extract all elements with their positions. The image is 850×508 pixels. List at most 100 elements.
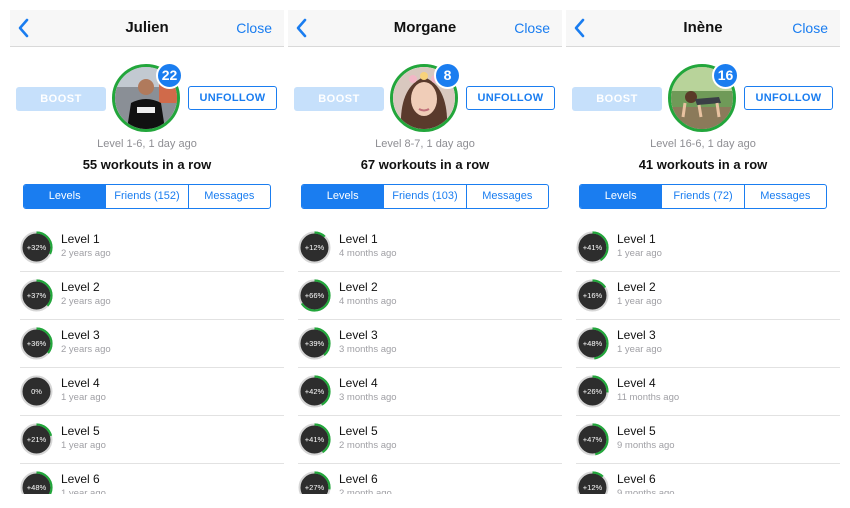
progress-percent: +37% (26, 291, 47, 300)
progress-percent: +26% (582, 387, 603, 396)
level-row[interactable]: +41% Level 5 2 months ago (298, 416, 562, 464)
level-label: Level 3 (617, 328, 656, 342)
level-row[interactable]: +39% Level 3 3 months ago (298, 320, 562, 368)
workout-count-badge: 16 (712, 62, 739, 89)
tab-levels[interactable]: Levels (302, 185, 385, 208)
progress-percent: +48% (26, 483, 47, 492)
close-button[interactable]: Close (514, 20, 550, 36)
level-row[interactable]: +37% Level 2 2 years ago (20, 272, 284, 320)
progress-percent: +32% (26, 243, 47, 252)
streak-text: 55 workouts in a row (82, 157, 212, 172)
level-row[interactable]: +12% Level 1 4 months ago (298, 224, 562, 272)
level-row[interactable]: +32% Level 1 2 years ago (20, 224, 284, 272)
segmented-tabs: Levels Friends (103) Messages (301, 184, 549, 209)
segmented-tabs: Levels Friends (72) Messages (579, 184, 827, 209)
tab-messages[interactable]: Messages (189, 185, 270, 208)
level-timestamp: 9 months ago (617, 440, 675, 451)
profile-header: BOOST 8 UNFOLLOW (288, 47, 562, 135)
boost-button[interactable]: BOOST (294, 87, 384, 111)
progress-percent: +12% (304, 243, 325, 252)
level-row[interactable]: +27% Level 6 2 month ago (298, 464, 562, 494)
progress-percent: +41% (304, 435, 325, 444)
level-row[interactable]: +48% Level 6 1 year ago (20, 464, 284, 494)
progress-percent: +36% (26, 339, 47, 348)
level-row[interactable]: +66% Level 2 4 months ago (298, 272, 562, 320)
level-timestamp: 1 year ago (617, 248, 662, 259)
level-label: Level 4 (61, 376, 100, 390)
streak-text: 67 workouts in a row (360, 157, 490, 172)
workout-count-badge: 22 (156, 62, 183, 89)
level-timestamp: 4 months ago (339, 296, 397, 307)
level-timestamp: 2 month ago (339, 488, 392, 494)
level-row[interactable]: +16% Level 2 1 year ago (576, 272, 840, 320)
unfollow-button[interactable]: UNFOLLOW (744, 86, 833, 110)
tab-messages[interactable]: Messages (467, 185, 548, 208)
level-timestamp: 1 year ago (617, 344, 662, 355)
close-button[interactable]: Close (792, 20, 828, 36)
profile-header: BOOST 16 UNFOLLOW (566, 47, 840, 135)
tab-levels[interactable]: Levels (580, 185, 663, 208)
level-label: Level 3 (61, 328, 100, 342)
level-label: Level 5 (339, 424, 378, 438)
nav-bar: Morgane Close (288, 10, 562, 47)
level-meta: Level 1-6, 1 day ago (97, 138, 197, 150)
level-row[interactable]: +48% Level 3 1 year ago (576, 320, 840, 368)
tab-friends[interactable]: Friends (152) (106, 185, 189, 208)
level-row[interactable]: 0% Level 4 1 year ago (20, 368, 284, 416)
level-label: Level 2 (617, 280, 656, 294)
level-label: Level 6 (61, 472, 100, 486)
level-timestamp: 1 year ago (61, 392, 106, 403)
level-label: Level 5 (61, 424, 100, 438)
level-timestamp: 1 year ago (617, 296, 662, 307)
level-label: Level 2 (61, 280, 100, 294)
progress-percent: 0% (31, 387, 42, 396)
level-label: Level 1 (339, 232, 378, 246)
unfollow-button[interactable]: UNFOLLOW (188, 86, 277, 110)
level-timestamp: 2 years ago (61, 296, 111, 307)
level-meta: Level 8-7, 1 day ago (375, 138, 475, 150)
level-label: Level 2 (339, 280, 378, 294)
level-timestamp: 3 months ago (339, 344, 397, 355)
level-label: Level 3 (339, 328, 378, 342)
progress-percent: +12% (582, 483, 603, 492)
level-label: Level 1 (61, 232, 100, 246)
segmented-tabs: Levels Friends (152) Messages (23, 184, 271, 209)
tab-levels[interactable]: Levels (24, 185, 107, 208)
progress-percent: +48% (582, 339, 603, 348)
level-timestamp: 11 months ago (617, 392, 680, 403)
tab-friends[interactable]: Friends (103) (384, 185, 467, 208)
levels-list: +32% Level 1 2 years ago +37% Level 2 2 years… (10, 224, 284, 494)
level-timestamp: 1 year ago (61, 440, 106, 451)
level-meta: Level 16-6, 1 day ago (650, 138, 756, 150)
level-row[interactable]: +42% Level 4 3 months ago (298, 368, 562, 416)
unfollow-button[interactable]: UNFOLLOW (466, 86, 555, 110)
level-timestamp: 1 year ago (61, 488, 106, 494)
level-row[interactable]: +47% Level 5 9 months ago (576, 416, 840, 464)
progress-percent: +27% (304, 483, 325, 492)
tab-messages[interactable]: Messages (745, 185, 826, 208)
level-row[interactable]: +41% Level 1 1 year ago (576, 224, 840, 272)
level-label: Level 4 (617, 376, 656, 390)
profile-panel-inene: Inène Close BOOST 16 UNFOLLOW Level 16-6… (566, 10, 840, 494)
level-row[interactable]: +26% Level 4 11 months ago (576, 368, 840, 416)
nav-bar: Julien Close (10, 10, 284, 47)
close-button[interactable]: Close (236, 20, 272, 36)
progress-percent: +16% (582, 291, 603, 300)
level-label: Level 1 (617, 232, 656, 246)
level-label: Level 6 (617, 472, 656, 486)
tab-friends[interactable]: Friends (72) (662, 185, 745, 208)
level-timestamp: 3 months ago (339, 392, 397, 403)
level-label: Level 4 (339, 376, 378, 390)
boost-button[interactable]: BOOST (16, 87, 106, 111)
level-row[interactable]: +36% Level 3 2 years ago (20, 320, 284, 368)
levels-list: +41% Level 1 1 year ago +16% Level 2 1 year a… (566, 224, 840, 494)
level-label: Level 6 (339, 472, 378, 486)
workout-count-badge: 8 (434, 62, 461, 89)
level-label: Level 5 (617, 424, 656, 438)
level-row[interactable]: +21% Level 5 1 year ago (20, 416, 284, 464)
level-row[interactable]: +12% Level 6 9 months ago (576, 464, 840, 494)
profile-header: BOOST 22 UNFOLLOW (10, 47, 284, 135)
levels-list: +12% Level 1 4 months ago +66% Level 2 4 mont… (288, 224, 562, 494)
boost-button[interactable]: BOOST (572, 87, 662, 111)
progress-percent: +21% (26, 435, 47, 444)
